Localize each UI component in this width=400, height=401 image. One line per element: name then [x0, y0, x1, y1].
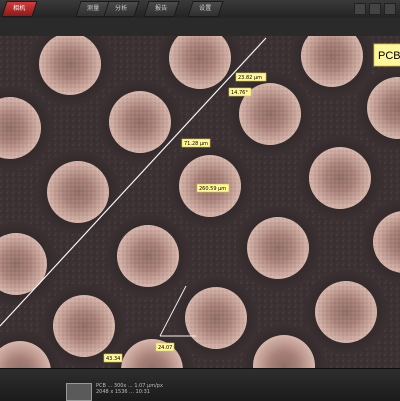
corner-label: PCB — [373, 43, 400, 67]
maximize-button[interactable] — [369, 3, 381, 15]
pad — [298, 136, 382, 220]
status-bar: PCB ... 300x ... 1.07 μm/px 2048 x 1536 … — [0, 368, 400, 401]
measurement-label[interactable]: 71.28 μm — [181, 138, 211, 148]
svg-text:71.28 μm: 71.28 μm — [184, 141, 208, 147]
measurement-label[interactable]: 14.76° — [228, 87, 252, 97]
tab-report[interactable]: 报告 — [143, 1, 180, 17]
status-line-2: 2048 x 1536 ... 10:31 — [96, 389, 150, 395]
svg-text:14.76°: 14.76° — [231, 90, 248, 96]
measurement-label[interactable]: 24.07 — [155, 342, 175, 352]
svg-text:43.34: 43.34 — [106, 356, 120, 362]
svg-text:PCB: PCB — [378, 50, 400, 62]
pad — [228, 72, 312, 156]
pad — [106, 214, 190, 298]
svg-text:24.07: 24.07 — [158, 345, 172, 351]
tab-settings[interactable]: 设置 — [187, 1, 224, 17]
measurement-label[interactable]: 23.82 μm — [235, 72, 267, 82]
pad — [36, 150, 120, 234]
tab-camera[interactable]: 相机 — [1, 1, 38, 17]
status-text: PCB ... 300x ... 1.07 μm/px 2048 x 1536 … — [96, 383, 163, 395]
measurement-label[interactable]: 43.34 — [103, 353, 123, 363]
minimize-button[interactable] — [354, 3, 366, 15]
tab-analysis[interactable]: 分析 — [103, 1, 140, 17]
pad-grid — [0, 36, 400, 368]
svg-text:260.59 μm: 260.59 μm — [199, 186, 226, 192]
measurement-label[interactable]: 260.59 μm — [196, 183, 230, 193]
image-thumbnail[interactable] — [66, 383, 92, 401]
pad — [236, 206, 320, 290]
micrograph: 23.82 μm 14.76° 71.28 μm 260.59 μm 24.07… — [0, 36, 400, 368]
microscope-image-viewer[interactable]: 23.82 μm 14.76° 71.28 μm 260.59 μm 24.07… — [0, 36, 400, 368]
pad — [98, 80, 182, 164]
svg-text:23.82 μm: 23.82 μm — [238, 75, 262, 81]
window-controls — [354, 3, 396, 15]
secondary-toolbar — [0, 18, 400, 37]
close-button[interactable] — [384, 3, 396, 15]
app-toolbar: 相机 测量 分析 报告 设置 — [0, 0, 400, 19]
